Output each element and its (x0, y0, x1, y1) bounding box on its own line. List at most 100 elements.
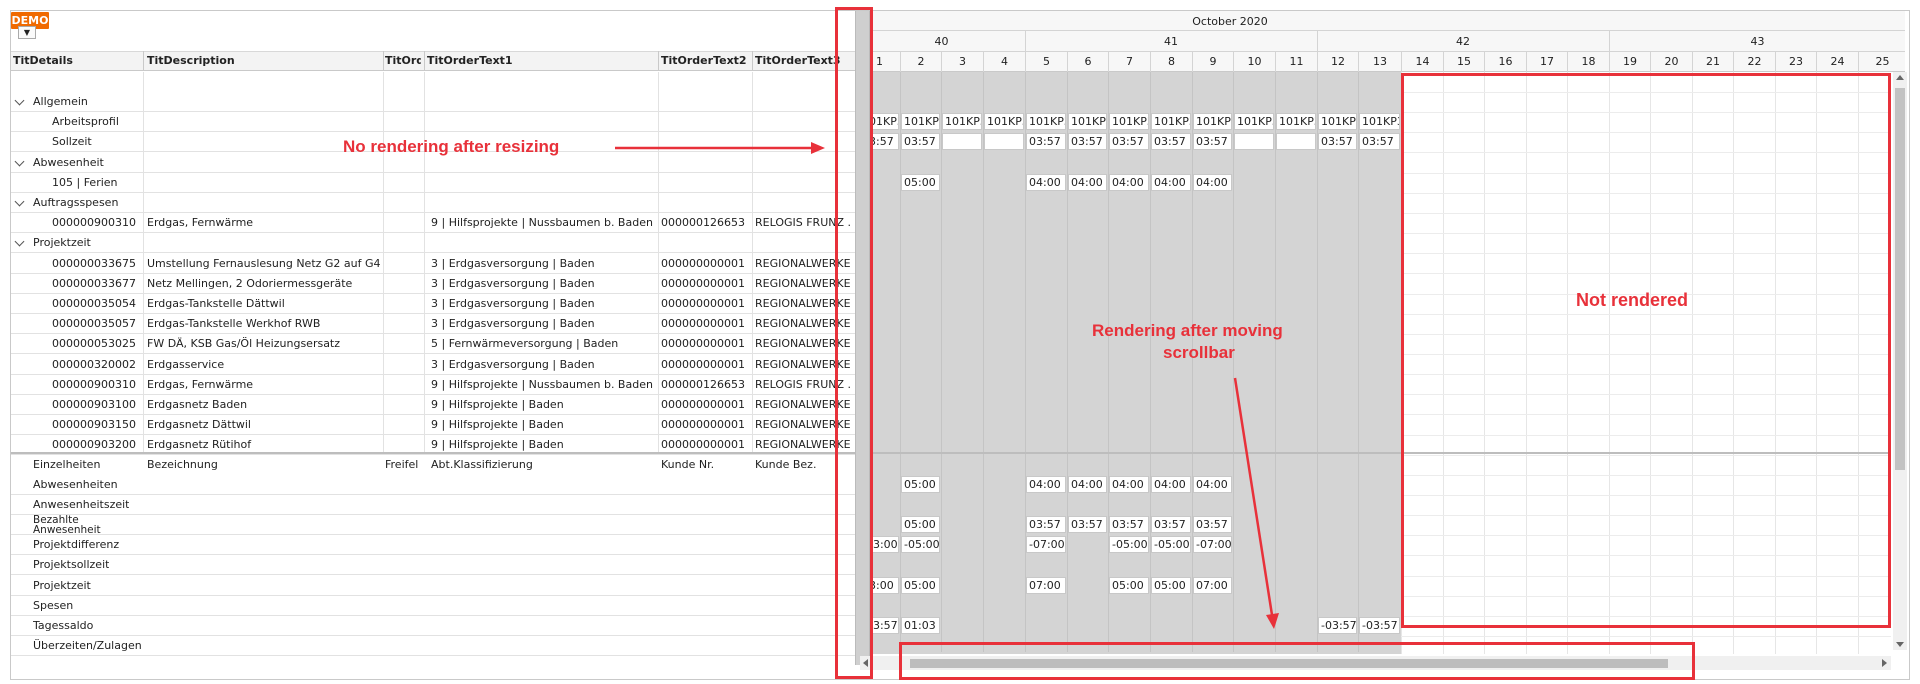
scroll-down-arrow-icon[interactable] (1896, 642, 1904, 647)
day-header-7[interactable]: 7 (1108, 52, 1150, 72)
row-divider (11, 655, 855, 656)
sollzeit-cell[interactable]: 03:57 (1359, 133, 1400, 150)
day-header-10[interactable]: 10 (1233, 52, 1275, 72)
abwesenheiten-cell[interactable]: 04:00 (1151, 476, 1191, 493)
ferien-cell[interactable]: 05:00 (901, 174, 940, 191)
sollzeit-empty-cell[interactable] (1234, 133, 1274, 150)
day-header-6[interactable]: 6 (1067, 52, 1108, 72)
day-header-18[interactable]: 18 (1567, 52, 1609, 72)
ferien-cell[interactable]: 04:00 (1193, 174, 1232, 191)
scroll-right-arrow-icon[interactable] (1882, 659, 1887, 667)
group-row-abwesenheit[interactable]: Abwesenheit (33, 153, 104, 173)
day-header-19[interactable]: 19 (1609, 52, 1650, 72)
arbeitsprofil-cell[interactable]: 101KP3 (1109, 113, 1149, 130)
day-header-20[interactable]: 20 (1650, 52, 1692, 72)
bezahlte-cell[interactable]: 03:57 (1151, 516, 1191, 533)
projektzeit-cell[interactable]: 07:00 (1193, 577, 1232, 594)
day-header-17[interactable]: 17 (1526, 52, 1567, 72)
row-divider (11, 615, 855, 616)
projektdifferenz-cell[interactable]: -05:00 (901, 536, 940, 553)
sollzeit-cell[interactable]: 03:57 (1068, 133, 1107, 150)
day-header-12[interactable]: 12 (1317, 52, 1358, 72)
abwesenheiten-cell[interactable]: 04:00 (1193, 476, 1232, 493)
day-header-4[interactable]: 4 (983, 52, 1025, 72)
bezahlte-cell[interactable]: 03:57 (1068, 516, 1107, 533)
projektzeit-cell[interactable]: 05:00 (1109, 577, 1149, 594)
day-header-9[interactable]: 9 (1192, 52, 1233, 72)
abwesenheiten-cell[interactable]: 04:00 (1068, 476, 1107, 493)
sollzeit-cell[interactable]: 03:57 (1026, 133, 1066, 150)
projektdifferenz-cell[interactable]: -07:00 (1026, 536, 1066, 553)
bezahlte-cell[interactable]: 03:57 (1109, 516, 1149, 533)
projektzeit-cell[interactable]: 05:00 (901, 577, 940, 594)
day-header-5[interactable]: 5 (1025, 52, 1067, 72)
day-header-13[interactable]: 13 (1358, 52, 1401, 72)
layout-dropdown-button[interactable]: ▼ (18, 26, 36, 39)
tagessaldo-cell[interactable]: 01:03 (901, 617, 940, 634)
day-header-8[interactable]: 8 (1150, 52, 1192, 72)
column-header-3[interactable]: TitOrderText1 (427, 51, 655, 71)
day-header-14[interactable]: 14 (1401, 52, 1443, 72)
summary-header-cell: Kunde Nr. (661, 458, 715, 471)
column-header-1[interactable]: TitDescription (147, 51, 380, 71)
ferien-cell[interactable]: 04:00 (1068, 174, 1107, 191)
group-row-allgemein[interactable]: Allgemein (33, 92, 88, 112)
arbeitsprofil-cell[interactable]: 101KP3 (1234, 113, 1274, 130)
vertical-scrollbar-thumb[interactable] (1895, 88, 1905, 470)
bezahlte-cell[interactable]: 03:57 (1193, 516, 1232, 533)
ferien-cell[interactable]: 04:00 (1151, 174, 1191, 191)
column-header-2[interactable]: TitOrd (385, 51, 421, 71)
day-header-24[interactable]: 24 (1816, 52, 1858, 72)
sollzeit-cell[interactable]: 03:57 (1193, 133, 1232, 150)
projektzeit-cell[interactable]: 05:00 (1151, 577, 1191, 594)
table-cell (385, 213, 421, 233)
day-header-22[interactable]: 22 (1733, 52, 1775, 72)
day-header-15[interactable]: 15 (1443, 52, 1484, 72)
projektdifferenz-cell[interactable]: -07:00 (1193, 536, 1232, 553)
day-header-2[interactable]: 2 (900, 52, 941, 72)
projektdifferenz-cell[interactable]: -05:00 (1109, 536, 1149, 553)
day-header-21[interactable]: 21 (1692, 52, 1733, 72)
tagessaldo-cell[interactable]: -03:57 (1359, 617, 1400, 634)
group-row-projektzeit[interactable]: Projektzeit (33, 233, 91, 253)
tagessaldo-cell[interactable]: -03:57 (1318, 617, 1357, 634)
abwesenheiten-cell[interactable]: 04:00 (1109, 476, 1149, 493)
sollzeit-empty-cell[interactable] (942, 133, 982, 150)
arbeitsprofil-cell[interactable]: 101KP3 (1026, 113, 1066, 130)
scroll-up-arrow-icon[interactable] (1896, 75, 1904, 80)
sollzeit-cell[interactable]: 03:57 (1318, 133, 1357, 150)
day-header-11[interactable]: 11 (1275, 52, 1317, 72)
arbeitsprofil-cell[interactable]: 101KP3 (984, 113, 1024, 130)
group-row-auftragsspesen[interactable]: Auftragsspesen (33, 193, 118, 213)
bezahlte-cell[interactable]: 03:57 (1026, 516, 1066, 533)
day-header-16[interactable]: 16 (1484, 52, 1526, 72)
arbeitsprofil-cell[interactable]: 101KP3 (1151, 113, 1191, 130)
table-cell: Erdgasnetz Dättwil (147, 418, 251, 431)
table-cell (385, 395, 421, 415)
sollzeit-empty-cell[interactable] (1276, 133, 1316, 150)
sollzeit-cell[interactable]: 03:57 (1109, 133, 1149, 150)
day-header-3[interactable]: 3 (941, 52, 983, 72)
sollzeit-cell[interactable]: 03:57 (1151, 133, 1191, 150)
abwesenheiten-cell[interactable]: 05:00 (901, 476, 940, 493)
ferien-cell[interactable]: 04:00 (1109, 174, 1149, 191)
projektzeit-cell[interactable]: 07:00 (1026, 577, 1066, 594)
bezahlte-cell[interactable]: 05:00 (901, 516, 940, 533)
column-header-0[interactable]: TitDetails (13, 51, 140, 71)
arbeitsprofil-cell[interactable]: 101KP3 (1068, 113, 1107, 130)
arbeitsprofil-cell[interactable]: 101KP3 (1276, 113, 1316, 130)
arbeitsprofil-cell[interactable]: 101KP3 (1359, 113, 1400, 130)
abwesenheiten-cell[interactable]: 04:00 (1026, 476, 1066, 493)
column-header-4[interactable]: TitOrderText2 (661, 51, 749, 71)
sollzeit-empty-cell[interactable] (984, 133, 1024, 150)
sollzeit-cell[interactable]: 03:57 (901, 133, 940, 150)
ferien-cell[interactable]: 04:00 (1026, 174, 1066, 191)
arbeitsprofil-cell[interactable]: 101KP3 (942, 113, 982, 130)
projektdifferenz-cell[interactable]: -05:00 (1151, 536, 1191, 553)
arbeitsprofil-cell[interactable]: 101KP3 (901, 113, 940, 130)
arbeitsprofil-cell[interactable]: 101KP3 (1193, 113, 1232, 130)
day-header-23[interactable]: 23 (1775, 52, 1816, 72)
arbeitsprofil-cell[interactable]: 101KP3 (1318, 113, 1357, 130)
day-header-25[interactable]: 25 (1858, 52, 1906, 72)
table-cell: 105 | Ferien (52, 176, 118, 189)
